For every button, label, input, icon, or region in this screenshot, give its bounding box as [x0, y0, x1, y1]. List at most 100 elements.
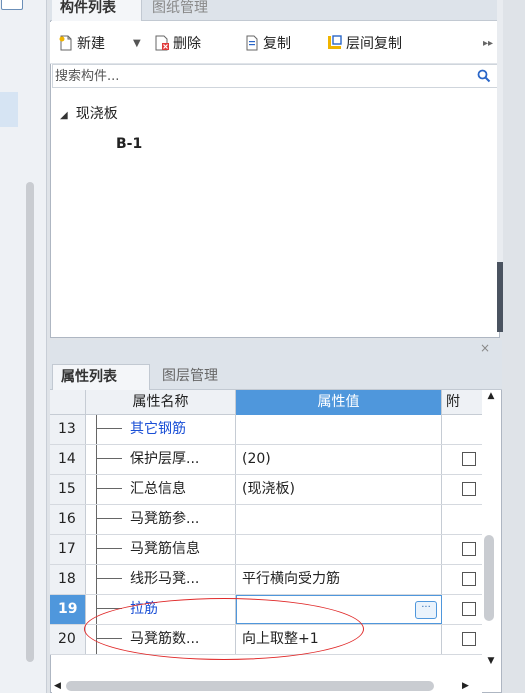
property-name-label: 线形马凳...: [130, 571, 200, 587]
property-row[interactable]: 17 马凳筋信息: [50, 535, 482, 565]
row-index[interactable]: 18: [50, 565, 86, 594]
property-name-cell[interactable]: 马凳筋参...: [86, 505, 236, 534]
tree-collapse-icon[interactable]: ◢: [60, 110, 68, 121]
attach-checkbox[interactable]: [462, 542, 476, 556]
attach-cell: [442, 415, 482, 444]
tree-connector-line: [96, 505, 97, 534]
tab-component-list[interactable]: 构件列表: [52, 0, 142, 21]
property-row[interactable]: 19 拉筋 ···: [50, 595, 482, 625]
property-tabs: 属性列表 图层管理: [50, 360, 502, 390]
property-value-cell[interactable]: [236, 505, 442, 534]
tree-connector-dash: [96, 637, 122, 639]
floor-copy-button[interactable]: 层间复制: [327, 34, 402, 54]
row-index[interactable]: 14: [50, 445, 86, 474]
vertical-scrollbar-thumb[interactable]: [484, 535, 494, 621]
property-row[interactable]: 16 马凳筋参...: [50, 505, 482, 535]
row-index[interactable]: 20: [50, 625, 86, 654]
new-dropdown-icon[interactable]: ▼: [133, 34, 141, 54]
attach-cell: [442, 535, 482, 564]
column-header-value[interactable]: 属性值: [236, 390, 442, 415]
property-vertical-scrollbar[interactable]: [482, 390, 500, 672]
tab-property-list[interactable]: 属性列表: [52, 364, 150, 390]
row-index[interactable]: 17: [50, 535, 86, 564]
property-value-text: (现浇板): [242, 481, 295, 497]
attach-cell: [442, 625, 482, 654]
tab-layer-management[interactable]: 图层管理: [154, 364, 250, 390]
right-edge-track: [497, 0, 503, 262]
property-row[interactable]: 18 线形马凳... 平行横向受力筋: [50, 565, 482, 595]
column-header-name[interactable]: 属性名称: [86, 390, 236, 415]
property-name-cell[interactable]: 保护层厚...: [86, 445, 236, 474]
property-value-cell[interactable]: 向上取整+1: [236, 625, 442, 654]
property-grid-header: 属性名称 属性值 附: [50, 390, 482, 415]
property-name-cell[interactable]: 汇总信息: [86, 475, 236, 504]
attach-checkbox[interactable]: [462, 602, 476, 616]
property-name-cell[interactable]: 马凳筋信息: [86, 535, 236, 564]
property-value-cell[interactable]: [236, 535, 442, 564]
tree-connector-line: [96, 625, 97, 654]
scroll-right-arrow-icon[interactable]: ▶: [462, 680, 472, 692]
horizontal-scrollbar-thumb[interactable]: [66, 681, 434, 691]
property-value-text: 平行横向受力筋: [242, 571, 340, 587]
toolbar-overflow-icon[interactable]: ▸▸: [483, 34, 493, 54]
property-name-label: 马凳筋信息: [130, 541, 200, 557]
property-value-cell[interactable]: ···: [236, 595, 442, 624]
new-button[interactable]: 新建: [58, 34, 105, 54]
search-icon[interactable]: [477, 69, 491, 83]
scroll-left-arrow-icon[interactable]: ◀: [54, 680, 64, 692]
attach-cell: [442, 505, 482, 534]
panel-toggle-icon[interactable]: [1, 0, 23, 10]
tree-connector-line: [96, 565, 97, 594]
tree-node-b1[interactable]: B-1: [116, 134, 142, 154]
column-header-attach[interactable]: 附: [442, 390, 482, 415]
scroll-down-arrow-icon[interactable]: ▼: [484, 655, 498, 667]
property-value-cell[interactable]: [236, 415, 442, 444]
component-search-box: [52, 64, 498, 88]
attach-checkbox[interactable]: [462, 572, 476, 586]
tree-connector-dash: [96, 487, 122, 489]
tree-connector-dash: [96, 457, 122, 459]
component-search-input[interactable]: [55, 67, 465, 85]
tree-connector-line: [96, 475, 97, 504]
left-selected-item[interactable]: [0, 92, 18, 127]
delete-button[interactable]: 删除: [154, 34, 201, 54]
row-index[interactable]: 15: [50, 475, 86, 504]
property-row[interactable]: 14 保护层厚... (20): [50, 445, 482, 475]
scroll-up-arrow-icon[interactable]: ▲: [484, 390, 498, 402]
attach-checkbox[interactable]: [462, 632, 476, 646]
property-row[interactable]: 13 其它钢筋: [50, 415, 482, 445]
property-row[interactable]: 20 马凳筋数... 向上取整+1: [50, 625, 482, 655]
attach-cell: [442, 565, 482, 594]
property-name-cell[interactable]: 马凳筋数...: [86, 625, 236, 654]
property-name-cell[interactable]: 线形马凳...: [86, 565, 236, 594]
property-name-label: 拉筋: [130, 601, 158, 617]
copy-icon: [246, 35, 258, 51]
row-index[interactable]: 19: [50, 595, 86, 624]
row-index[interactable]: 13: [50, 415, 86, 444]
row-index[interactable]: 16: [50, 505, 86, 534]
attach-checkbox[interactable]: [462, 452, 476, 466]
property-value-cell[interactable]: 平行横向受力筋: [236, 565, 442, 594]
property-value-text: (20): [242, 451, 271, 467]
right-edge-splitter[interactable]: [497, 262, 503, 332]
attach-cell: [442, 445, 482, 474]
left-scrollbar-thumb[interactable]: [26, 182, 34, 662]
new-file-icon: [59, 35, 72, 51]
property-row[interactable]: 15 汇总信息 (现浇板): [50, 475, 482, 505]
close-icon[interactable]: ×: [478, 341, 492, 355]
property-value-text: 向上取整+1: [242, 631, 319, 647]
property-value-cell[interactable]: (现浇板): [236, 475, 442, 504]
floor-copy-button-label: 层间复制: [346, 36, 402, 52]
tree-connector-dash: [96, 607, 122, 609]
ellipsis-button[interactable]: ···: [415, 601, 437, 619]
tree-node-cast-slab[interactable]: ◢ 现浇板: [60, 104, 118, 124]
copy-button[interactable]: 复制: [244, 34, 291, 54]
property-name-cell[interactable]: 拉筋: [86, 595, 236, 624]
tree-connector-line: [96, 595, 97, 624]
tab-drawing-management[interactable]: 图纸管理: [144, 0, 234, 21]
attach-checkbox[interactable]: [462, 482, 476, 496]
property-name-cell[interactable]: 其它钢筋: [86, 415, 236, 444]
property-name-label: 汇总信息: [130, 481, 186, 497]
property-value-cell[interactable]: (20): [236, 445, 442, 474]
tree-connector-dash: [96, 577, 122, 579]
